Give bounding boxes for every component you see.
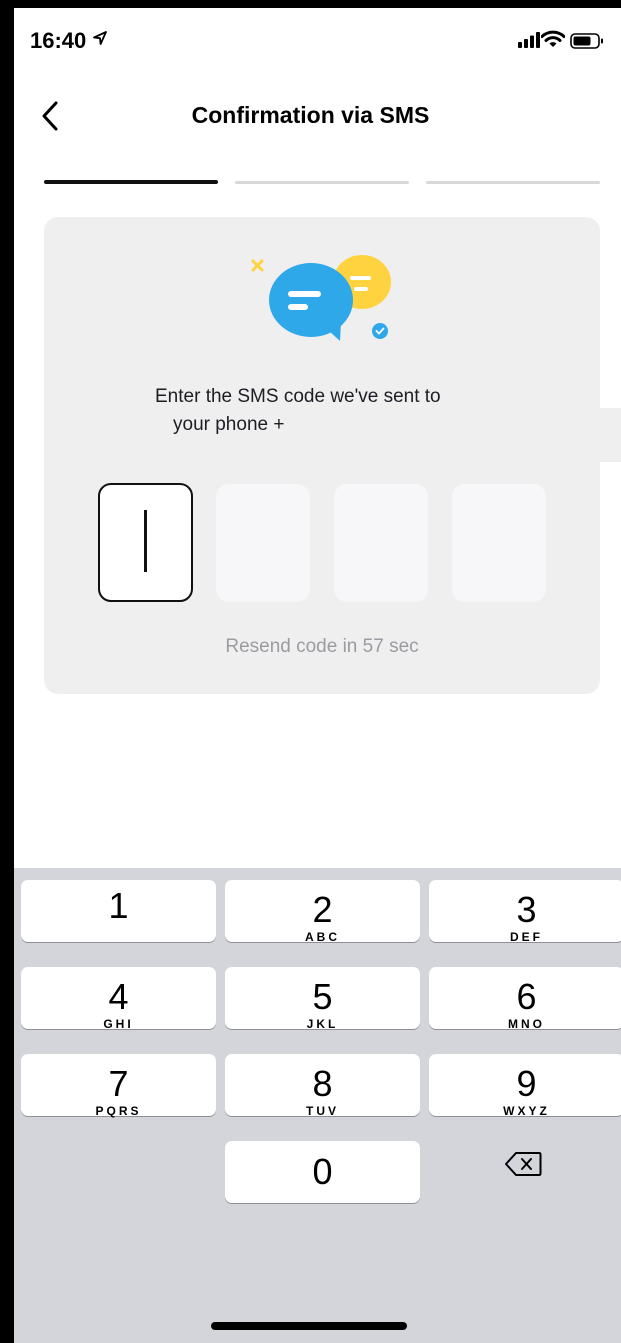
code-digit-input-4[interactable] <box>452 484 546 602</box>
screen-edge <box>0 0 621 8</box>
progress-step-2 <box>235 181 409 184</box>
instruction-line-2: your phone + <box>173 414 285 435</box>
key-digit: 3 <box>516 889 537 930</box>
status-time: 16:40 <box>30 28 87 53</box>
key-2[interactable]: 2 ABC <box>225 880 420 944</box>
key-digit: 0 <box>312 1151 333 1192</box>
cellular-signal-icon <box>518 32 540 53</box>
key-8[interactable]: 8 TUV <box>225 1054 420 1118</box>
key-letters: PQRS <box>95 1104 142 1118</box>
instruction-line-1: Enter the SMS code we've sent to <box>155 386 441 407</box>
code-digit-input-2[interactable] <box>216 484 310 602</box>
key-letters: MNO <box>508 1017 545 1031</box>
progress-step-1 <box>44 180 218 184</box>
key-digit: 1 <box>108 885 129 926</box>
key-4[interactable]: 4 GHI <box>21 967 216 1031</box>
screen-edge <box>0 0 14 1343</box>
key-letters: WXYZ <box>503 1104 550 1118</box>
home-indicator[interactable] <box>211 1322 407 1330</box>
key-digit: 2 <box>312 889 333 930</box>
instruction-text: Enter the SMS code we've sent to your ph… <box>155 383 515 439</box>
key-digit: 7 <box>108 1063 129 1104</box>
key-digit: 5 <box>312 976 333 1017</box>
progress-step-3 <box>426 181 600 184</box>
key-letters: JKL <box>306 1017 339 1031</box>
battery-icon <box>570 33 604 54</box>
key-0[interactable]: 0 <box>225 1141 420 1203</box>
delete-key[interactable] <box>500 1148 546 1184</box>
key-letters: TUV <box>306 1104 339 1118</box>
key-3[interactable]: 3 DEF <box>429 880 621 944</box>
key-letters: ABC <box>305 930 340 944</box>
text-cursor <box>144 510 147 572</box>
key-digit: 4 <box>108 976 129 1017</box>
chat-bubbles-icon <box>248 252 396 352</box>
screen: 16:40 Confirmation via SMS Enter the SMS… <box>0 0 621 1343</box>
location-arrow-icon <box>92 30 108 51</box>
page-title: Confirmation via SMS <box>191 102 430 128</box>
resend-countdown: Resend code in 57 sec <box>225 636 419 657</box>
key-letters: GHI <box>103 1017 134 1031</box>
card-decoration <box>600 408 621 462</box>
key-6[interactable]: 6 MNO <box>429 967 621 1031</box>
key-1[interactable]: 1 <box>21 880 216 942</box>
wifi-icon <box>540 30 566 53</box>
key-7[interactable]: 7 PQRS <box>21 1054 216 1118</box>
code-digit-input-1[interactable] <box>98 483 193 602</box>
code-digit-input-3[interactable] <box>334 484 428 602</box>
backspace-icon <box>504 1151 542 1182</box>
key-9[interactable]: 9 WXYZ <box>429 1054 621 1118</box>
key-digit: 9 <box>516 1063 537 1104</box>
key-letters: DEF <box>510 930 543 944</box>
key-digit: 6 <box>516 976 537 1017</box>
key-digit: 8 <box>312 1063 333 1104</box>
key-5[interactable]: 5 JKL <box>225 967 420 1031</box>
